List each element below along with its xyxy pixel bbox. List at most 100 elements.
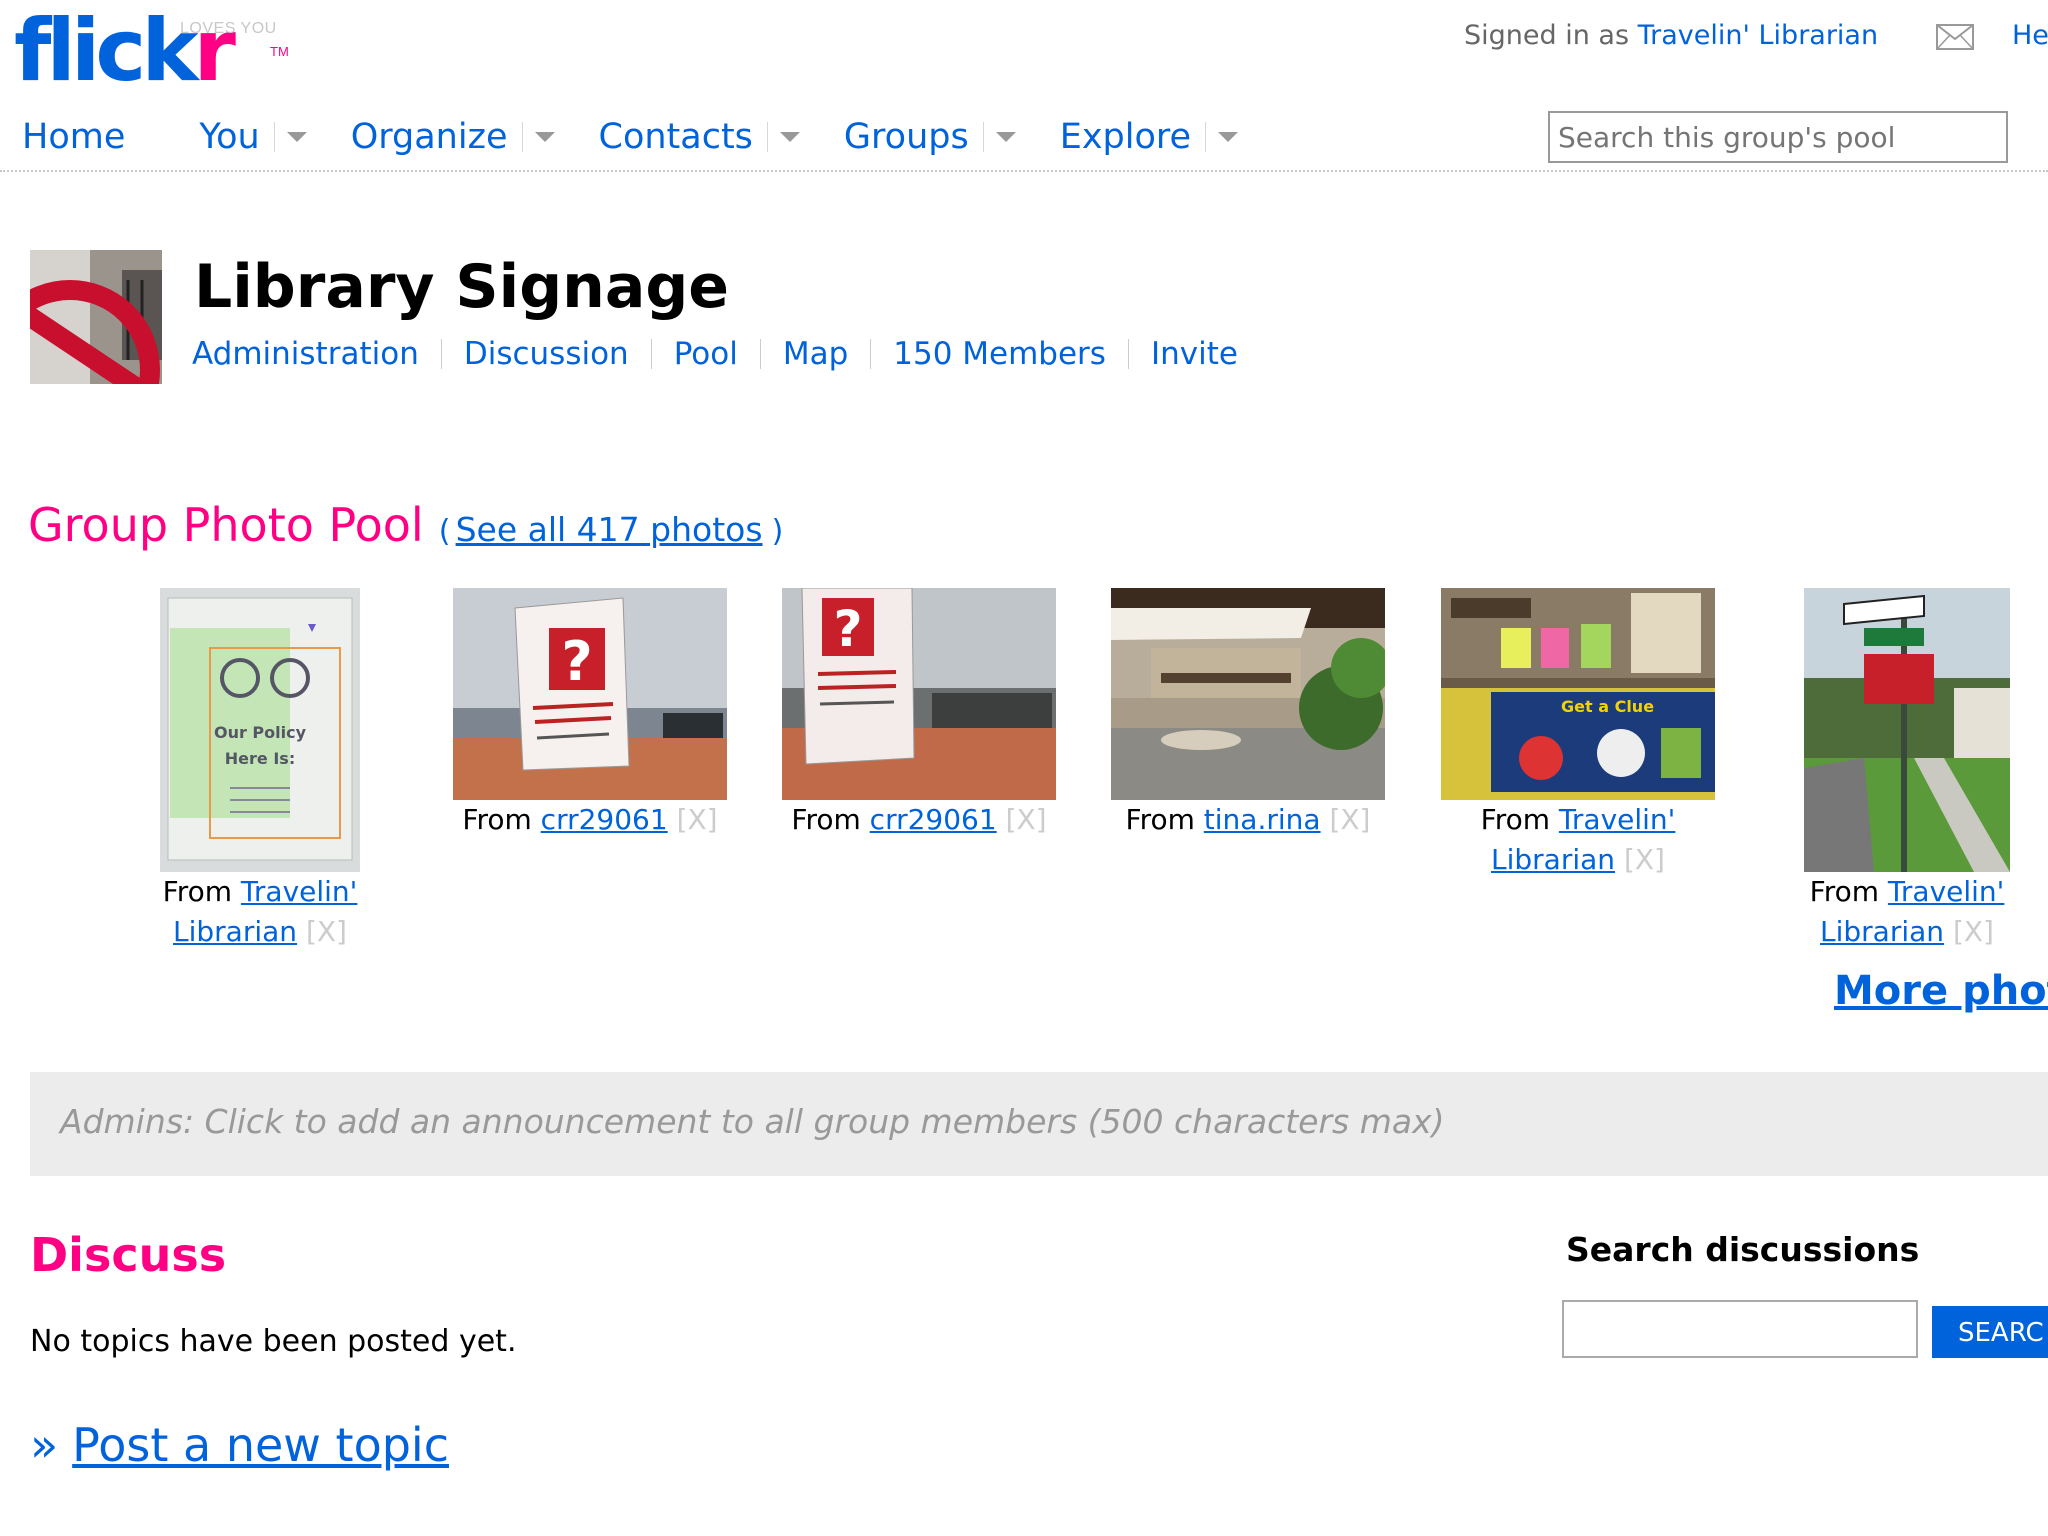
nav-you[interactable]: You	[199, 117, 350, 157]
remove-photo-link[interactable]: [X]	[1953, 915, 1994, 948]
photo-caption: From crr29061 [X]	[769, 800, 1069, 840]
photo-caption: From Travelin' Librarian [X]	[1797, 872, 2017, 952]
post-new-topic-link[interactable]: Post a new topic	[72, 1418, 449, 1472]
nav-home[interactable]: Home	[22, 117, 125, 157]
search-pool-input[interactable]	[1548, 111, 2008, 163]
logo-tagline: LOVES YOU	[180, 20, 277, 37]
nav-organize[interactable]: Organize	[351, 117, 599, 157]
paren-close: )	[771, 514, 784, 549]
get-a-clue-display-photo[interactable]: Get a Clue	[1441, 588, 1715, 800]
library-entrance-photo[interactable]	[1111, 588, 1385, 800]
photo-caption: From crr29061 [X]	[440, 800, 740, 840]
signed-in-status: Signed in as Travelin' Librarian	[1464, 20, 1878, 51]
group-link-invite[interactable]: Invite	[1151, 336, 1238, 372]
remove-photo-link[interactable]: [X]	[1006, 803, 1047, 836]
nav-separator	[1205, 122, 1207, 152]
announcement-box[interactable]: Admins: Click to add an announcement to …	[30, 1072, 2048, 1176]
chevron-down-icon[interactable]	[286, 132, 307, 142]
nav-separator	[766, 122, 768, 152]
discuss-heading: Discuss	[30, 1228, 227, 1282]
caption-from: From	[1480, 803, 1559, 836]
nav-divider	[0, 170, 2048, 172]
nav-contacts[interactable]: Contacts	[599, 117, 844, 157]
svg-text:?: ?	[833, 600, 862, 658]
envelope-icon[interactable]	[1936, 24, 1974, 50]
logo-trademark: TM	[270, 44, 289, 59]
group-title: Library Signage	[194, 252, 729, 322]
search-discussions-heading: Search discussions	[1566, 1230, 1920, 1269]
nav-separator	[273, 122, 275, 152]
caption-from: From	[162, 875, 241, 908]
chevron-down-icon[interactable]	[534, 132, 555, 142]
photo-caption: From tina.rina [X]	[1098, 800, 1398, 840]
nav-separator	[521, 122, 523, 152]
group-link-administration[interactable]: Administration	[192, 336, 419, 372]
photo-owner-link[interactable]: Librarian	[1491, 843, 1615, 876]
street-sign-photo[interactable]	[1804, 588, 2010, 872]
photo-owner-link[interactable]: Travelin'	[241, 875, 357, 908]
group-link-members[interactable]: 150 Members	[893, 336, 1106, 372]
group-link-map[interactable]: Map	[783, 336, 848, 372]
photo-owner-link[interactable]: Librarian	[173, 915, 297, 948]
group-link-separator	[1127, 339, 1129, 369]
remove-photo-link[interactable]: [X]	[1329, 803, 1370, 836]
group-link-separator	[440, 339, 442, 369]
chevron-down-icon[interactable]	[995, 132, 1016, 142]
remove-photo-link[interactable]: [X]	[1624, 843, 1665, 876]
signed-in-user-link[interactable]: Travelin' Librarian	[1638, 20, 1878, 51]
group-icon[interactable]	[30, 250, 162, 384]
nav-organize-label: Organize	[350, 117, 508, 157]
svg-text:?: ?	[561, 630, 592, 693]
group-link-separator	[870, 339, 872, 369]
remove-photo-link[interactable]: [X]	[677, 803, 718, 836]
post-topic-row: » Post a new topic	[30, 1418, 449, 1472]
pool-title: Group Photo Pool	[28, 498, 424, 552]
photo-owner-link[interactable]: Travelin'	[1559, 803, 1675, 836]
photo-owner-link[interactable]: Travelin'	[1888, 875, 2004, 908]
main-nav: Home You Organize Contacts Groups Explor…	[22, 112, 1282, 162]
nav-you-label: You	[199, 117, 260, 157]
caption-from: From	[791, 803, 870, 836]
signed-in-prefix: Signed in as	[1464, 20, 1638, 51]
group-links: Administration Discussion Pool Map 150 M…	[192, 336, 1238, 372]
photo-caption: From Travelin' Librarian [X]	[1428, 800, 1728, 880]
question-sign-photo[interactable]: ?	[453, 588, 727, 800]
nav-explore-label: Explore	[1059, 117, 1192, 157]
help-link[interactable]: He	[2012, 20, 2048, 51]
photo-owner-link[interactable]: tina.rina	[1204, 803, 1321, 836]
chevron-down-icon[interactable]	[779, 132, 800, 142]
post-topic-prefix: »	[30, 1418, 59, 1472]
group-link-separator	[650, 339, 652, 369]
caption-from: From	[462, 803, 541, 836]
svg-text:Our Policy: Our Policy	[214, 723, 307, 742]
photo-owner-link[interactable]: crr29061	[870, 803, 997, 836]
nav-home-label: Home	[22, 117, 126, 157]
search-discussions-button[interactable]: SEARC	[1932, 1306, 2048, 1358]
svg-text:Get a Clue: Get a Clue	[1561, 697, 1654, 716]
paren-open: (	[438, 514, 451, 549]
svg-text:Here Is:: Here Is:	[225, 749, 295, 768]
search-discussions-input[interactable]	[1562, 1300, 1918, 1358]
nav-contacts-label: Contacts	[598, 117, 753, 157]
no-topics-text: No topics have been posted yet.	[30, 1324, 517, 1359]
policy-sign-photo[interactable]: Our Policy Here Is:	[160, 588, 360, 872]
see-all-photos-link[interactable]: See all 417 photos	[456, 510, 763, 549]
question-sign-table-photo[interactable]: ?	[782, 588, 1056, 800]
nav-groups[interactable]: Groups	[844, 117, 1060, 157]
remove-photo-link[interactable]: [X]	[306, 915, 347, 948]
group-link-discussion[interactable]: Discussion	[464, 336, 629, 372]
pool-heading: Group Photo Pool ( See all 417 photos )	[28, 498, 783, 552]
photo-owner-link[interactable]: crr29061	[541, 803, 668, 836]
group-link-separator	[759, 339, 761, 369]
nav-explore[interactable]: Explore	[1060, 117, 1282, 157]
photo-owner-link[interactable]: Librarian	[1820, 915, 1944, 948]
group-link-pool[interactable]: Pool	[674, 336, 738, 372]
chevron-down-icon[interactable]	[1218, 132, 1239, 142]
more-photos-link[interactable]: More photo	[1834, 968, 2048, 1014]
flickr-logo[interactable]: flickr LOVES YOU TM	[14, 6, 294, 96]
caption-from: From	[1809, 875, 1888, 908]
photo-caption: From Travelin' Librarian [X]	[150, 872, 370, 952]
nav-groups-label: Groups	[843, 117, 969, 157]
nav-separator	[982, 122, 984, 152]
caption-from: From	[1125, 803, 1204, 836]
